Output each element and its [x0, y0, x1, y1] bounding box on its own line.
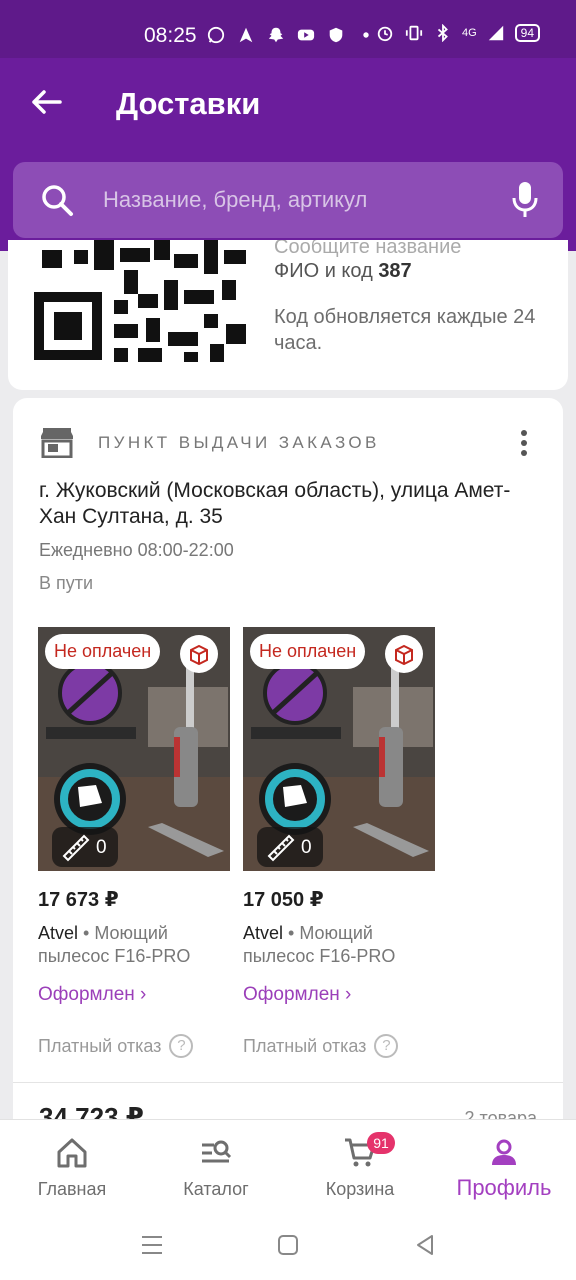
product-brand: Atvel	[38, 923, 79, 943]
bottom-navigation: Главная Каталог 91 Корзина Профиль	[0, 1119, 576, 1212]
whatsapp-icon	[207, 26, 225, 44]
section-label: ПУНКТ ВЫДАЧИ ЗАКАЗОВ	[98, 433, 380, 452]
pickup-code: 387	[378, 260, 412, 282]
snapchat-icon	[268, 27, 284, 43]
return-box-button[interactable]	[180, 635, 218, 673]
nav-cart-label: Корзина	[325, 1179, 395, 1199]
ruler-icon	[267, 834, 295, 862]
product-image[interactable]: Не оплачен 0	[38, 627, 230, 871]
system-navigation-bar	[0, 1212, 576, 1280]
paid-refusal-label: Платный отказ	[243, 1035, 367, 1056]
network-type: 4G	[461, 27, 477, 39]
box-icon	[190, 644, 208, 666]
status-time: 08:25	[144, 24, 197, 47]
ruler-icon	[62, 834, 90, 862]
home-icon	[57, 1138, 87, 1168]
box-icon	[395, 644, 413, 666]
dot-icon	[363, 32, 369, 38]
size-chip[interactable]: 0	[257, 827, 323, 867]
battery-level: 94	[514, 24, 540, 42]
working-hours: Ежедневно 08:00-22:00	[39, 540, 234, 560]
product-name: Atvel • Моющий пылесос F16-PRO	[38, 922, 230, 968]
product-name: Atvel • Моющий пылесос F16-PRO	[243, 922, 435, 968]
system-status-icons: 4G 94	[375, 24, 540, 42]
pickup-card: ПУНКТ ВЫДАЧИ ЗАКАЗОВ г. Жуковский (Моско…	[13, 398, 563, 1158]
qr-code-prefix: ФИО и код	[274, 260, 379, 282]
order-status-link[interactable]: Оформлен ›	[38, 984, 230, 1006]
nav-catalog[interactable]: Каталог	[144, 1120, 288, 1213]
unpaid-badge: Не оплачен	[250, 634, 366, 669]
divider	[13, 1082, 563, 1083]
bluetooth-icon	[437, 24, 448, 42]
profile-icon	[492, 1139, 516, 1165]
pickup-address: г. Жуковский (Московская область), улица…	[39, 479, 511, 528]
order-status-link[interactable]: Оформлен ›	[243, 984, 435, 1006]
return-box-button[interactable]	[385, 635, 423, 673]
nav-home[interactable]: Главная	[0, 1120, 144, 1213]
vibrate-icon	[405, 25, 423, 41]
help-icon[interactable]: ?	[374, 1034, 399, 1058]
status-bar: 08:25 4G 94	[0, 0, 576, 58]
home-button-icon[interactable]	[275, 1232, 301, 1258]
search-input[interactable]	[103, 178, 483, 222]
delivery-status: В пути	[39, 573, 94, 593]
nav-profile[interactable]: Профиль	[432, 1120, 576, 1213]
signal-icon	[488, 25, 503, 41]
qr-code-line: ФИО и код 387	[274, 258, 412, 284]
catalog-icon	[202, 1140, 232, 1163]
back-button-icon[interactable]	[412, 1232, 438, 1258]
paid-refusal-label: Платный отказ	[38, 1035, 162, 1056]
more-options-icon[interactable]	[519, 428, 529, 458]
size-count: 0	[96, 837, 107, 858]
name-separator: •	[283, 923, 300, 943]
product-image[interactable]: Не оплачен 0	[243, 627, 435, 871]
help-icon[interactable]: ?	[169, 1034, 194, 1058]
qr-code	[34, 240, 246, 362]
back-arrow-icon[interactable]	[26, 82, 66, 122]
cart-count-badge: 91	[367, 1132, 395, 1154]
name-separator: •	[78, 923, 95, 943]
page-title: Доставки	[116, 86, 261, 121]
nav-catalog-label: Каталог	[183, 1179, 249, 1199]
notification-icons	[206, 26, 376, 44]
paid-refusal: Платный отказ ?	[38, 1034, 230, 1058]
product-price: 17 050 ₽	[243, 889, 324, 911]
navigation-icon	[239, 27, 253, 43]
paid-refusal: Платный отказ ?	[243, 1034, 435, 1058]
product-brand: Atvel	[243, 923, 284, 943]
qr-hint-partial: Сообщите название	[274, 240, 462, 258]
product-price: 17 673 ₽	[38, 889, 119, 911]
product-card[interactable]: Не оплачен 0 17 050 ₽ Atvel • Моющий пыл…	[243, 627, 435, 1058]
youtube-icon	[297, 29, 315, 41]
microphone-icon[interactable]	[511, 180, 539, 220]
unpaid-badge: Не оплачен	[45, 634, 161, 669]
nav-cart[interactable]: 91 Корзина	[288, 1120, 432, 1213]
nav-home-label: Главная	[37, 1179, 107, 1199]
vpn-icon	[329, 27, 343, 43]
size-count: 0	[301, 837, 312, 858]
search-bar[interactable]	[13, 162, 563, 238]
app-header: Доставки	[0, 58, 576, 251]
nav-profile-label: Профиль	[456, 1175, 552, 1200]
search-icon	[42, 185, 73, 216]
alarm-icon	[377, 26, 393, 42]
recent-apps-icon[interactable]	[139, 1232, 165, 1258]
qr-code-card: Сообщите название ФИО и код 387 Код обно…	[8, 240, 568, 390]
size-chip[interactable]: 0	[52, 827, 118, 867]
product-card[interactable]: Не оплачен 0 17 673 ₽ Atvel • Моющий пыл…	[38, 627, 230, 1058]
qr-refresh-note: Код обновляется каждые 24 часа.	[274, 306, 536, 354]
store-icon	[41, 428, 73, 458]
